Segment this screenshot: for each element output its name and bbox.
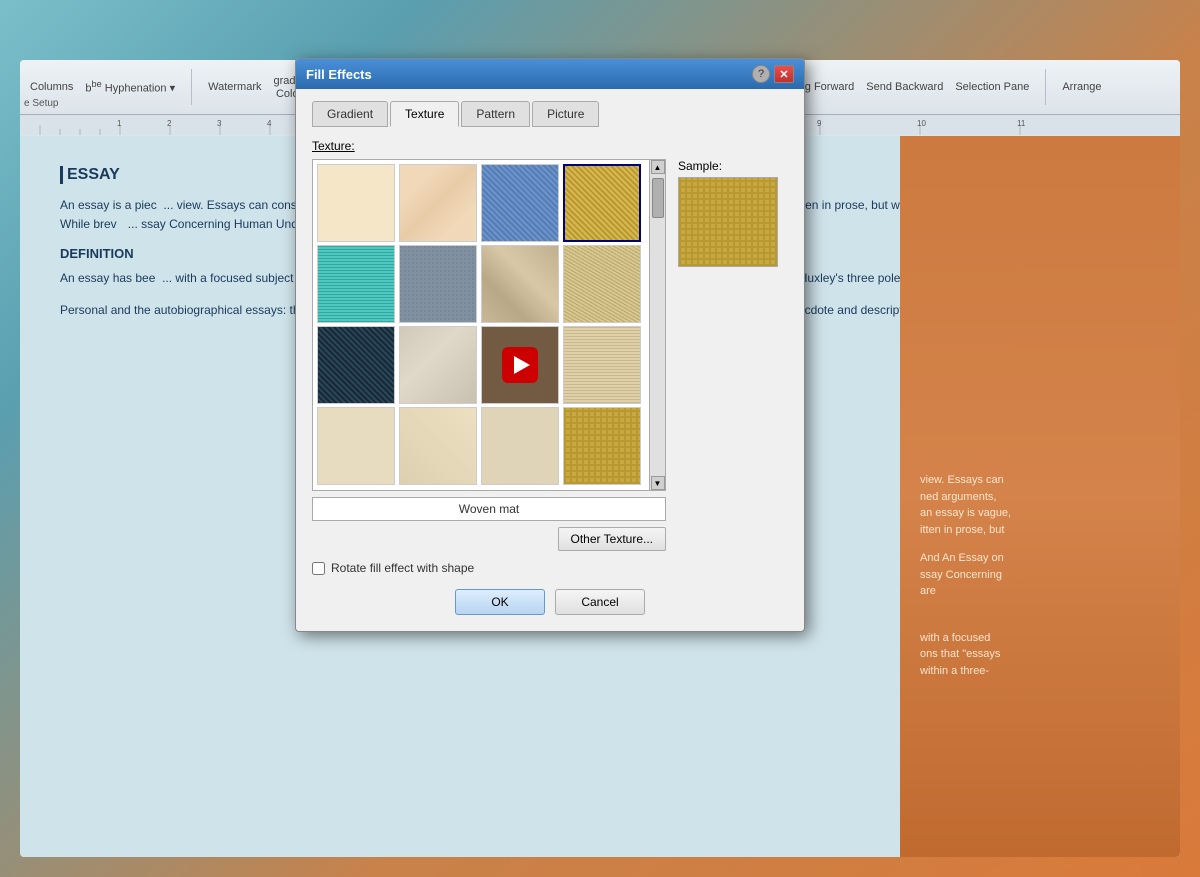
rotate-fill-label[interactable]: Rotate fill effect with shape bbox=[331, 561, 474, 575]
cell-play-icon bbox=[514, 356, 530, 374]
scrollbar-up-arrow[interactable]: ▲ bbox=[651, 160, 665, 174]
toolbar-arrange: Arrange bbox=[1062, 81, 1101, 93]
toolbar-selection-pane[interactable]: Selection Pane bbox=[955, 81, 1029, 93]
dialog-title: Fill Effects bbox=[306, 67, 372, 82]
checkbox-row: Rotate fill effect with shape bbox=[312, 561, 666, 575]
tab-pattern[interactable]: Pattern bbox=[461, 101, 530, 127]
texture-grid bbox=[313, 160, 649, 490]
dialog-controls: ? ✕ bbox=[752, 65, 794, 83]
svg-text:3: 3 bbox=[217, 119, 222, 128]
tab-texture[interactable]: Texture bbox=[390, 101, 459, 127]
rotate-fill-checkbox[interactable] bbox=[312, 562, 325, 575]
texture-woven-mat[interactable] bbox=[563, 164, 641, 242]
texture-papyrus[interactable] bbox=[563, 407, 641, 485]
fill-effects-dialog: Fill Effects ? ✕ Gradient Texture Patter… bbox=[295, 58, 805, 632]
toolbar-send-backward[interactable]: Send Backward bbox=[866, 81, 943, 93]
svg-text:2: 2 bbox=[167, 119, 172, 128]
texture-content-area: ▲ ▼ Woven mat Other Texture... bbox=[312, 159, 788, 575]
texture-blue-tissue[interactable] bbox=[481, 164, 559, 242]
cell-video-overlay[interactable] bbox=[482, 327, 558, 403]
svg-text:10: 10 bbox=[917, 119, 926, 128]
texture-green-marble[interactable] bbox=[317, 326, 395, 404]
dialog-footer: OK Cancel bbox=[312, 589, 788, 615]
sample-preview bbox=[678, 177, 778, 267]
texture-newsprint[interactable] bbox=[317, 164, 395, 242]
dialog-help-button[interactable]: ? bbox=[752, 65, 770, 83]
texture-brown-marble[interactable] bbox=[481, 245, 559, 323]
cancel-button[interactable]: Cancel bbox=[555, 589, 645, 615]
sample-texture-preview bbox=[679, 178, 777, 266]
dialog-close-button[interactable]: ✕ bbox=[774, 65, 794, 83]
tab-picture[interactable]: Picture bbox=[532, 101, 599, 127]
texture-paper-bag[interactable] bbox=[317, 407, 395, 485]
texture-grid-container: ▲ ▼ bbox=[312, 159, 666, 491]
toolbar-separator-1 bbox=[191, 69, 192, 105]
texture-name-row: Woven mat bbox=[312, 497, 666, 521]
right-panel-text: view. Essays can ned arguments, an essay… bbox=[920, 212, 1160, 679]
other-texture-button[interactable]: Other Texture... bbox=[558, 527, 666, 551]
texture-fish-fossil[interactable] bbox=[399, 407, 477, 485]
svg-text:11: 11 bbox=[1017, 119, 1026, 128]
cell-play-button[interactable] bbox=[502, 347, 538, 383]
texture-granite[interactable] bbox=[399, 245, 477, 323]
other-texture-row: Other Texture... bbox=[312, 527, 666, 551]
toolbar-watermark[interactable]: Watermark bbox=[208, 81, 261, 93]
scrollbar-thumb[interactable] bbox=[652, 178, 664, 218]
texture-section-label: Texture: bbox=[312, 139, 788, 153]
texture-brown-spot[interactable] bbox=[481, 326, 559, 404]
scrollbar-down-arrow[interactable]: ▼ bbox=[651, 476, 665, 490]
svg-text:1: 1 bbox=[117, 119, 122, 128]
tab-bar: Gradient Texture Pattern Picture bbox=[312, 101, 788, 127]
texture-left-panel: ▲ ▼ Woven mat Other Texture... bbox=[312, 159, 666, 575]
sample-label: Sample: bbox=[678, 159, 722, 173]
texture-name-display: Woven mat bbox=[312, 497, 666, 521]
texture-recycled-paper[interactable] bbox=[399, 164, 477, 242]
toolbar-hyphenation[interactable]: bbe Hyphenation ▾ bbox=[85, 79, 175, 95]
svg-text:4: 4 bbox=[267, 119, 272, 128]
sample-area: Sample: bbox=[678, 159, 788, 575]
texture-white-marble[interactable] bbox=[399, 326, 477, 404]
dialog-titlebar: Fill Effects ? ✕ bbox=[296, 59, 804, 89]
ok-button[interactable]: OK bbox=[455, 589, 545, 615]
right-panel: view. Essays can ned arguments, an essay… bbox=[900, 136, 1180, 857]
texture-parchment[interactable] bbox=[563, 326, 641, 404]
toolbar-separator-4 bbox=[1045, 69, 1046, 105]
e-setup-label: e Setup bbox=[24, 98, 58, 109]
texture-sand[interactable] bbox=[563, 245, 641, 323]
tab-gradient[interactable]: Gradient bbox=[312, 101, 388, 127]
svg-text:9: 9 bbox=[817, 119, 822, 128]
toolbar-columns[interactable]: Columns bbox=[30, 81, 73, 93]
texture-sand-paper[interactable] bbox=[481, 407, 559, 485]
dialog-body: Gradient Texture Pattern Picture Texture… bbox=[296, 89, 804, 631]
texture-stationery[interactable] bbox=[317, 245, 395, 323]
texture-scrollbar[interactable]: ▲ ▼ bbox=[649, 160, 665, 490]
